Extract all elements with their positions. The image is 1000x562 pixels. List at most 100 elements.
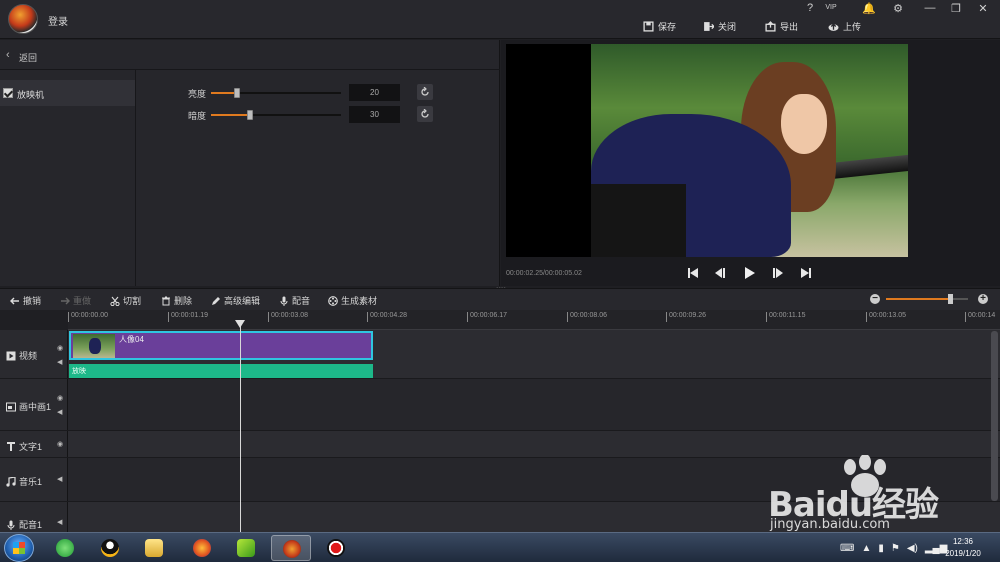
- start-button[interactable]: [4, 534, 34, 562]
- brightness-reset-button[interactable]: [417, 84, 433, 100]
- track-header-pip[interactable]: 画中画1 ◉ ◀: [0, 379, 68, 431]
- speaker-icon[interactable]: ◀: [57, 475, 65, 483]
- flag-icon[interactable]: ⚑: [891, 543, 900, 554]
- zoom-handle[interactable]: [947, 294, 953, 304]
- clip-thumbnail: [73, 334, 115, 358]
- eye-icon[interactable]: ◉: [57, 440, 65, 448]
- save-label: 保存: [658, 21, 677, 32]
- track-label-video: 视频: [6, 349, 37, 362]
- preview-screen[interactable]: [506, 44, 908, 257]
- timeline-toolbar: 撤销 重做 切割 删除 高级编辑 配音 生成素材 − +: [0, 288, 1000, 310]
- keyboard-icon[interactable]: ⌨: [840, 543, 854, 554]
- ruler-tick: 00:00:04.28: [367, 312, 407, 322]
- ruler-tick: 00:00:08.06: [567, 312, 607, 322]
- export-button[interactable]: 导出: [765, 19, 798, 33]
- track-lane-text[interactable]: [68, 431, 1000, 458]
- app-logo[interactable]: [8, 4, 38, 34]
- track-header-music[interactable]: 音乐1 ◀: [0, 458, 68, 502]
- track-header-voice[interactable]: 配音1 ◀: [0, 502, 68, 532]
- taskbar-app-firefox[interactable]: [182, 535, 222, 561]
- playhead-handle[interactable]: [235, 320, 245, 328]
- track-label-music: 音乐1: [6, 475, 42, 488]
- taskbar-app-360[interactable]: [45, 535, 85, 561]
- dub-button[interactable]: 配音: [279, 294, 310, 307]
- microphone-icon: [280, 296, 288, 306]
- track-lane-pip[interactable]: [68, 379, 1000, 431]
- eye-icon[interactable]: ◉: [57, 344, 65, 352]
- close-project-label: 关闭: [718, 21, 737, 32]
- skip-to-start-button[interactable]: [686, 266, 700, 280]
- taskbar-app-recorder[interactable]: [316, 535, 356, 561]
- track-label-voice: 配音1: [6, 518, 42, 531]
- taskbar-app-media[interactable]: [226, 535, 266, 561]
- delete-button[interactable]: 删除: [161, 294, 192, 307]
- playhead-line[interactable]: [240, 320, 241, 532]
- taskbar-app-qq[interactable]: [90, 535, 130, 561]
- upload-button[interactable]: 上传: [828, 19, 861, 33]
- ruler-tick: 00:00:06.17: [467, 312, 507, 322]
- help-icon[interactable]: ?: [802, 2, 818, 14]
- track-header-video[interactable]: 视频 ◉ ◀: [0, 330, 68, 379]
- playback-timecode: 00:00:02.25/00:00:05.02: [506, 270, 582, 277]
- record-icon: [327, 539, 345, 557]
- ruler-tick: 00:00:14: [965, 312, 995, 322]
- timeline-vertical-scrollbar[interactable]: [991, 331, 998, 501]
- restore-icon[interactable]: ❐: [948, 2, 964, 15]
- video-editor-app: 登录 ? VIP 🔔 ⚙ — ❐ ✕ 保存 关闭 导出 上传 ‹ 返回 放映机 …: [0, 0, 1000, 562]
- bell-icon[interactable]: 🔔: [861, 2, 877, 15]
- pip-track-icon: [6, 402, 16, 411]
- filter-effect-bar[interactable]: 放映: [69, 364, 373, 378]
- speaker-icon[interactable]: ◀: [57, 358, 65, 366]
- upload-icon: [828, 22, 839, 31]
- generate-material-button[interactable]: 生成素材: [328, 294, 377, 307]
- close-project-button[interactable]: 关闭: [703, 19, 736, 33]
- zoom-slider[interactable]: [886, 294, 968, 304]
- darkness-reset-button[interactable]: [417, 106, 433, 122]
- previous-frame-button[interactable]: [713, 266, 727, 280]
- volume-icon[interactable]: ◀): [907, 543, 918, 554]
- text-track-label: 文字1: [19, 442, 43, 452]
- darkness-value-input[interactable]: 30: [349, 106, 400, 123]
- login-link[interactable]: 登录: [48, 13, 68, 28]
- minimize-icon[interactable]: —: [922, 2, 938, 14]
- battery-icon[interactable]: ▮: [878, 543, 884, 554]
- darkness-row: 暗度 30: [0, 106, 500, 124]
- tray-expand-icon[interactable]: ▲: [861, 543, 871, 554]
- advanced-edit-button[interactable]: 高级编辑: [211, 294, 260, 307]
- taskbar-app-explorer[interactable]: [134, 535, 174, 561]
- microphone-icon: [7, 520, 15, 530]
- applied-filter-list: 放映机 删除 清空: [0, 70, 136, 306]
- speaker-icon[interactable]: ◀: [57, 518, 65, 526]
- media-player-icon: [237, 539, 255, 557]
- speaker-icon[interactable]: ◀: [57, 408, 65, 416]
- taskbar-app-video-editor[interactable]: [271, 535, 311, 561]
- zoom-out-icon[interactable]: −: [870, 294, 880, 304]
- taskbar-clock[interactable]: 12:36 2019/1/20: [934, 536, 992, 560]
- upload-label: 上传: [843, 21, 862, 32]
- timeline-ruler[interactable]: 00:00:00.00 00:00:01.19 00:00:03.08 00:0…: [68, 310, 1000, 330]
- ruler-tick: 00:00:01.19: [168, 312, 208, 322]
- save-button[interactable]: 保存: [643, 19, 676, 33]
- close-window-icon[interactable]: ✕: [975, 2, 991, 15]
- next-frame-button[interactable]: [771, 266, 785, 280]
- darkness-handle[interactable]: [247, 110, 253, 120]
- zoom-in-icon[interactable]: +: [978, 294, 988, 304]
- darkness-slider[interactable]: [211, 110, 341, 120]
- track-headers: 视频 ◉ ◀ 画中画1 ◉ ◀ 文字1 ◉ 音乐1 ◀ 配音1 ◀: [0, 330, 68, 532]
- undo-button[interactable]: 撤销: [10, 294, 41, 307]
- redo-button[interactable]: 重做: [60, 294, 91, 307]
- gear-icon[interactable]: ⚙: [890, 2, 906, 15]
- eye-icon[interactable]: ◉: [57, 394, 65, 402]
- back-button[interactable]: ‹ 返回: [0, 40, 500, 70]
- skip-to-end-button[interactable]: [799, 266, 813, 280]
- brightness-slider[interactable]: [211, 88, 341, 98]
- video-clip[interactable]: 人像04: [69, 331, 373, 360]
- play-button[interactable]: [742, 266, 756, 280]
- track-header-text[interactable]: 文字1 ◉: [0, 431, 68, 458]
- brightness-value-input[interactable]: 20: [349, 84, 400, 101]
- vip-icon[interactable]: VIP: [823, 4, 839, 11]
- cut-button[interactable]: 切割: [110, 294, 141, 307]
- track-label-text: 文字1: [6, 440, 42, 453]
- baidu-watermark: Baidu经验 jingyan.baidu.com: [768, 455, 990, 535]
- brightness-handle[interactable]: [234, 88, 240, 98]
